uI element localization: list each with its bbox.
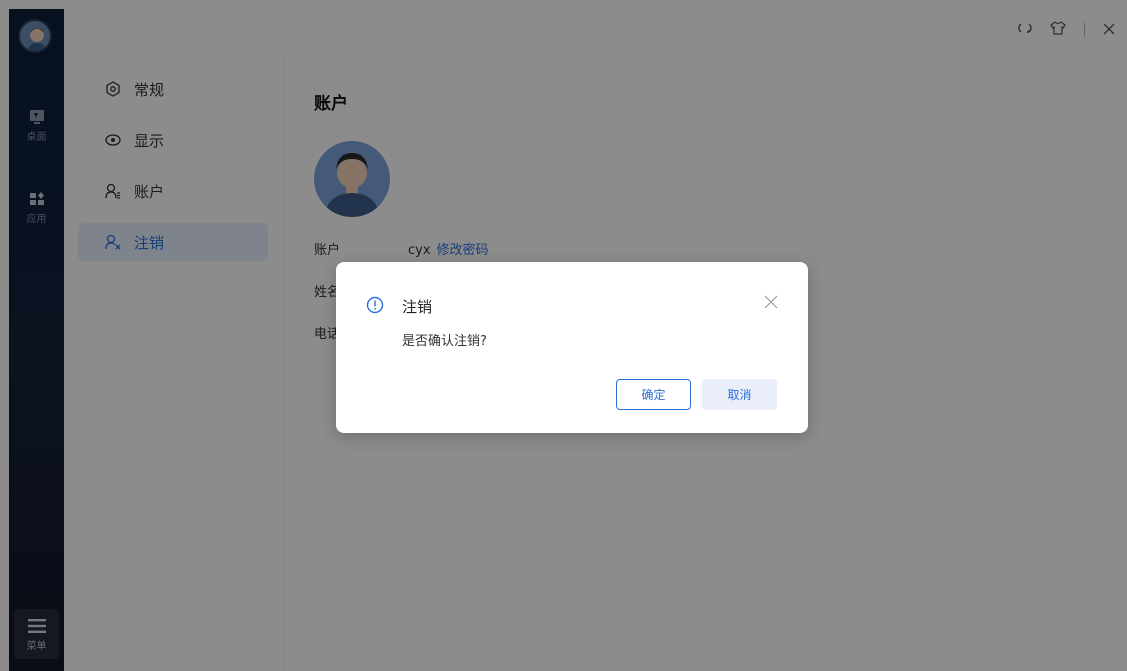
cancel-button[interactable]: 取消 [702, 379, 777, 410]
close-icon[interactable] [764, 292, 778, 312]
confirm-button[interactable]: 确定 [616, 379, 691, 410]
logout-confirm-dialog: 注销 是否确认注销? 确定 取消 [336, 262, 808, 433]
dialog-title: 注销 [402, 298, 433, 316]
warning-icon [366, 296, 384, 318]
dialog-message: 是否确认注销? [402, 334, 487, 349]
